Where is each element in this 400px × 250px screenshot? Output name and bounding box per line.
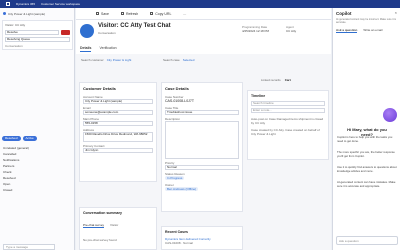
page-title: Visitor: CC Atty Test Chat <box>98 23 171 29</box>
page-subtitle: Conversation <box>98 31 116 35</box>
queue-select[interactable]: Resolving Queue <box>5 37 70 42</box>
recent-case-sub: CAS-01008 · Normal <box>165 241 193 245</box>
close-icon[interactable]: × <box>395 10 397 15</box>
copilot-tip: AI-generated content can have mistakes. … <box>337 180 396 188</box>
case-details-card: Case Details Case Number CAS-01008-L0J7T… <box>161 82 243 212</box>
chat-note: Conversation <box>5 44 23 48</box>
copilot-title: Copilot <box>336 11 352 16</box>
timeline-title: Timeline <box>251 94 266 98</box>
tab-pre-chat[interactable]: Pre-chat survey <box>83 223 105 228</box>
linked-records-label: Linked records <box>261 78 281 82</box>
programming-date: Programming Date 4/25/2024 12:18 PM <box>242 25 270 33</box>
filter-chips: Resolved Active <box>2 136 37 141</box>
conversation-summary-title: Conversation summary <box>83 211 122 215</box>
save-button[interactable]: Save <box>96 12 109 16</box>
email-field[interactable]: someone@example.com <box>83 110 153 115</box>
case-details-title: Case Details <box>165 86 189 91</box>
more-button[interactable]: ... <box>183 12 186 16</box>
customer-search-value[interactable]: City Power & Light <box>107 58 132 62</box>
timeline-entry[interactable]: Case created by CC Atty. Case created on… <box>251 128 325 136</box>
tab-verification[interactable]: Verification <box>99 46 116 52</box>
case-search-value[interactable]: Selected <box>183 58 195 62</box>
link-icon <box>150 12 154 15</box>
chat-header: Visitor: CC Atty <box>5 23 26 27</box>
copilot-disclaimer: AI-generated content may be incorrect. M… <box>336 18 397 24</box>
form-header: Visitor: CC Atty Test Chat Conversation … <box>76 20 331 54</box>
timeline-card: Timeline Search timeline Enter a note...… <box>247 90 329 160</box>
timeline-column: Linked records Cart Timeline Search time… <box>247 56 329 250</box>
refresh-button[interactable]: Refresh <box>120 12 138 16</box>
app-launcher-icon[interactable] <box>6 2 10 6</box>
form-tabs: Details Verification <box>80 46 117 52</box>
copilot-tip: The more specific you are, the better re… <box>337 150 395 158</box>
conversation-summary-card: Conversation summary Pre-chat survey Vis… <box>79 207 157 250</box>
phone-field[interactable]: 555-0158 <box>83 121 153 126</box>
linked-records-value[interactable]: Cart <box>285 78 291 82</box>
resolve-field[interactable]: Resolve <box>5 30 59 35</box>
refresh-icon <box>120 12 124 15</box>
main-form: Save Refresh Copy URL ... Visitor: CC At… <box>76 8 331 250</box>
contact-field[interactable]: Jim Glynn <box>83 148 153 153</box>
priority-field[interactable]: Normal <box>165 165 239 170</box>
search-case-label: Search case <box>163 58 180 62</box>
copilot-bot-icon <box>383 108 397 122</box>
chip-active[interactable]: Active <box>22 136 37 141</box>
timeline-entry[interactable]: Auto-post on Case Damaged items shipment… <box>251 117 325 125</box>
avatar <box>80 24 94 38</box>
customer-details-title: Customer Details <box>83 86 116 91</box>
search-customer-label: Search customer <box>81 58 104 62</box>
copilot-description: Copilot is here to help you with the tas… <box>337 135 393 143</box>
copy-url-button[interactable]: Copy URL <box>150 12 171 16</box>
top-nav-bar: Dynamics 365 Customer Service workspace <box>0 0 400 8</box>
list-item[interactable]: Closed <box>3 187 73 193</box>
tab-visitor[interactable]: Visitor <box>110 223 118 228</box>
case-number: CAS-01008-L0J7T <box>165 99 194 103</box>
chip-resolved[interactable]: Resolved <box>2 136 21 141</box>
summary-note: No pre-chat survey found <box>83 238 117 242</box>
case-column: Search case Selected Case Details Case N… <box>161 56 243 250</box>
save-icon <box>96 12 99 15</box>
status-badge: In Progress <box>165 176 185 180</box>
address-field[interactable]: 1500 Ravello Drive Drive Redmond, WA 980… <box>83 132 153 142</box>
copilot-pane: Copilot × AI-generated content may be in… <box>332 8 400 250</box>
tab-details[interactable]: Details <box>80 46 92 52</box>
message-input[interactable]: Type a message <box>3 244 55 250</box>
customer-column: Search customer City Power & Light Custo… <box>79 56 157 250</box>
case-title-field[interactable]: Troubleshoot issue <box>165 110 239 115</box>
quick-replies-list: Unrelated (general) Cancelled Notificati… <box>3 145 73 193</box>
tab-ask-question[interactable]: Ask a question <box>336 28 358 33</box>
agent-field: Agent CC Atty <box>286 25 297 33</box>
description-field[interactable] <box>165 121 239 159</box>
tab-write-email[interactable]: Write an email <box>363 28 382 33</box>
owner-link[interactable]: Ben Andrews (Offline) <box>165 187 199 191</box>
copilot-input[interactable]: Ask a question <box>336 236 398 245</box>
copilot-tabs: Ask a question Write an email <box>336 28 382 33</box>
chat-panel: Visitor: CC Atty Resolve Resolving Queue… <box>2 20 73 50</box>
session-tab[interactable]: City Power & Light (sample) <box>1 10 74 17</box>
command-bar: Save Refresh Copy URL ... <box>76 8 331 20</box>
recent-cases-card: Recent Cases Dynamics Item delivered Cor… <box>161 226 243 250</box>
workspace-name[interactable]: Customer Service workspace <box>41 2 80 6</box>
session-tab-label: City Power & Light (sample) <box>8 11 46 16</box>
session-pane: City Power & Light (sample) Visitor: CC … <box>0 8 75 250</box>
timeline-search[interactable]: Search timeline <box>251 101 325 106</box>
note-input[interactable]: Enter a note... <box>251 108 325 113</box>
copilot-tip: Use it to quickly find answers to questi… <box>337 165 397 173</box>
session-status-icon <box>3 12 6 15</box>
customer-details-card: Customer Details Account Name City Power… <box>79 82 157 182</box>
account-name-field[interactable]: City Power & Light (sample) <box>83 99 153 104</box>
app-name: Dynamics 365 <box>16 2 36 6</box>
end-chat-button[interactable] <box>61 30 70 35</box>
recent-cases-title: Recent Cases <box>165 230 188 234</box>
